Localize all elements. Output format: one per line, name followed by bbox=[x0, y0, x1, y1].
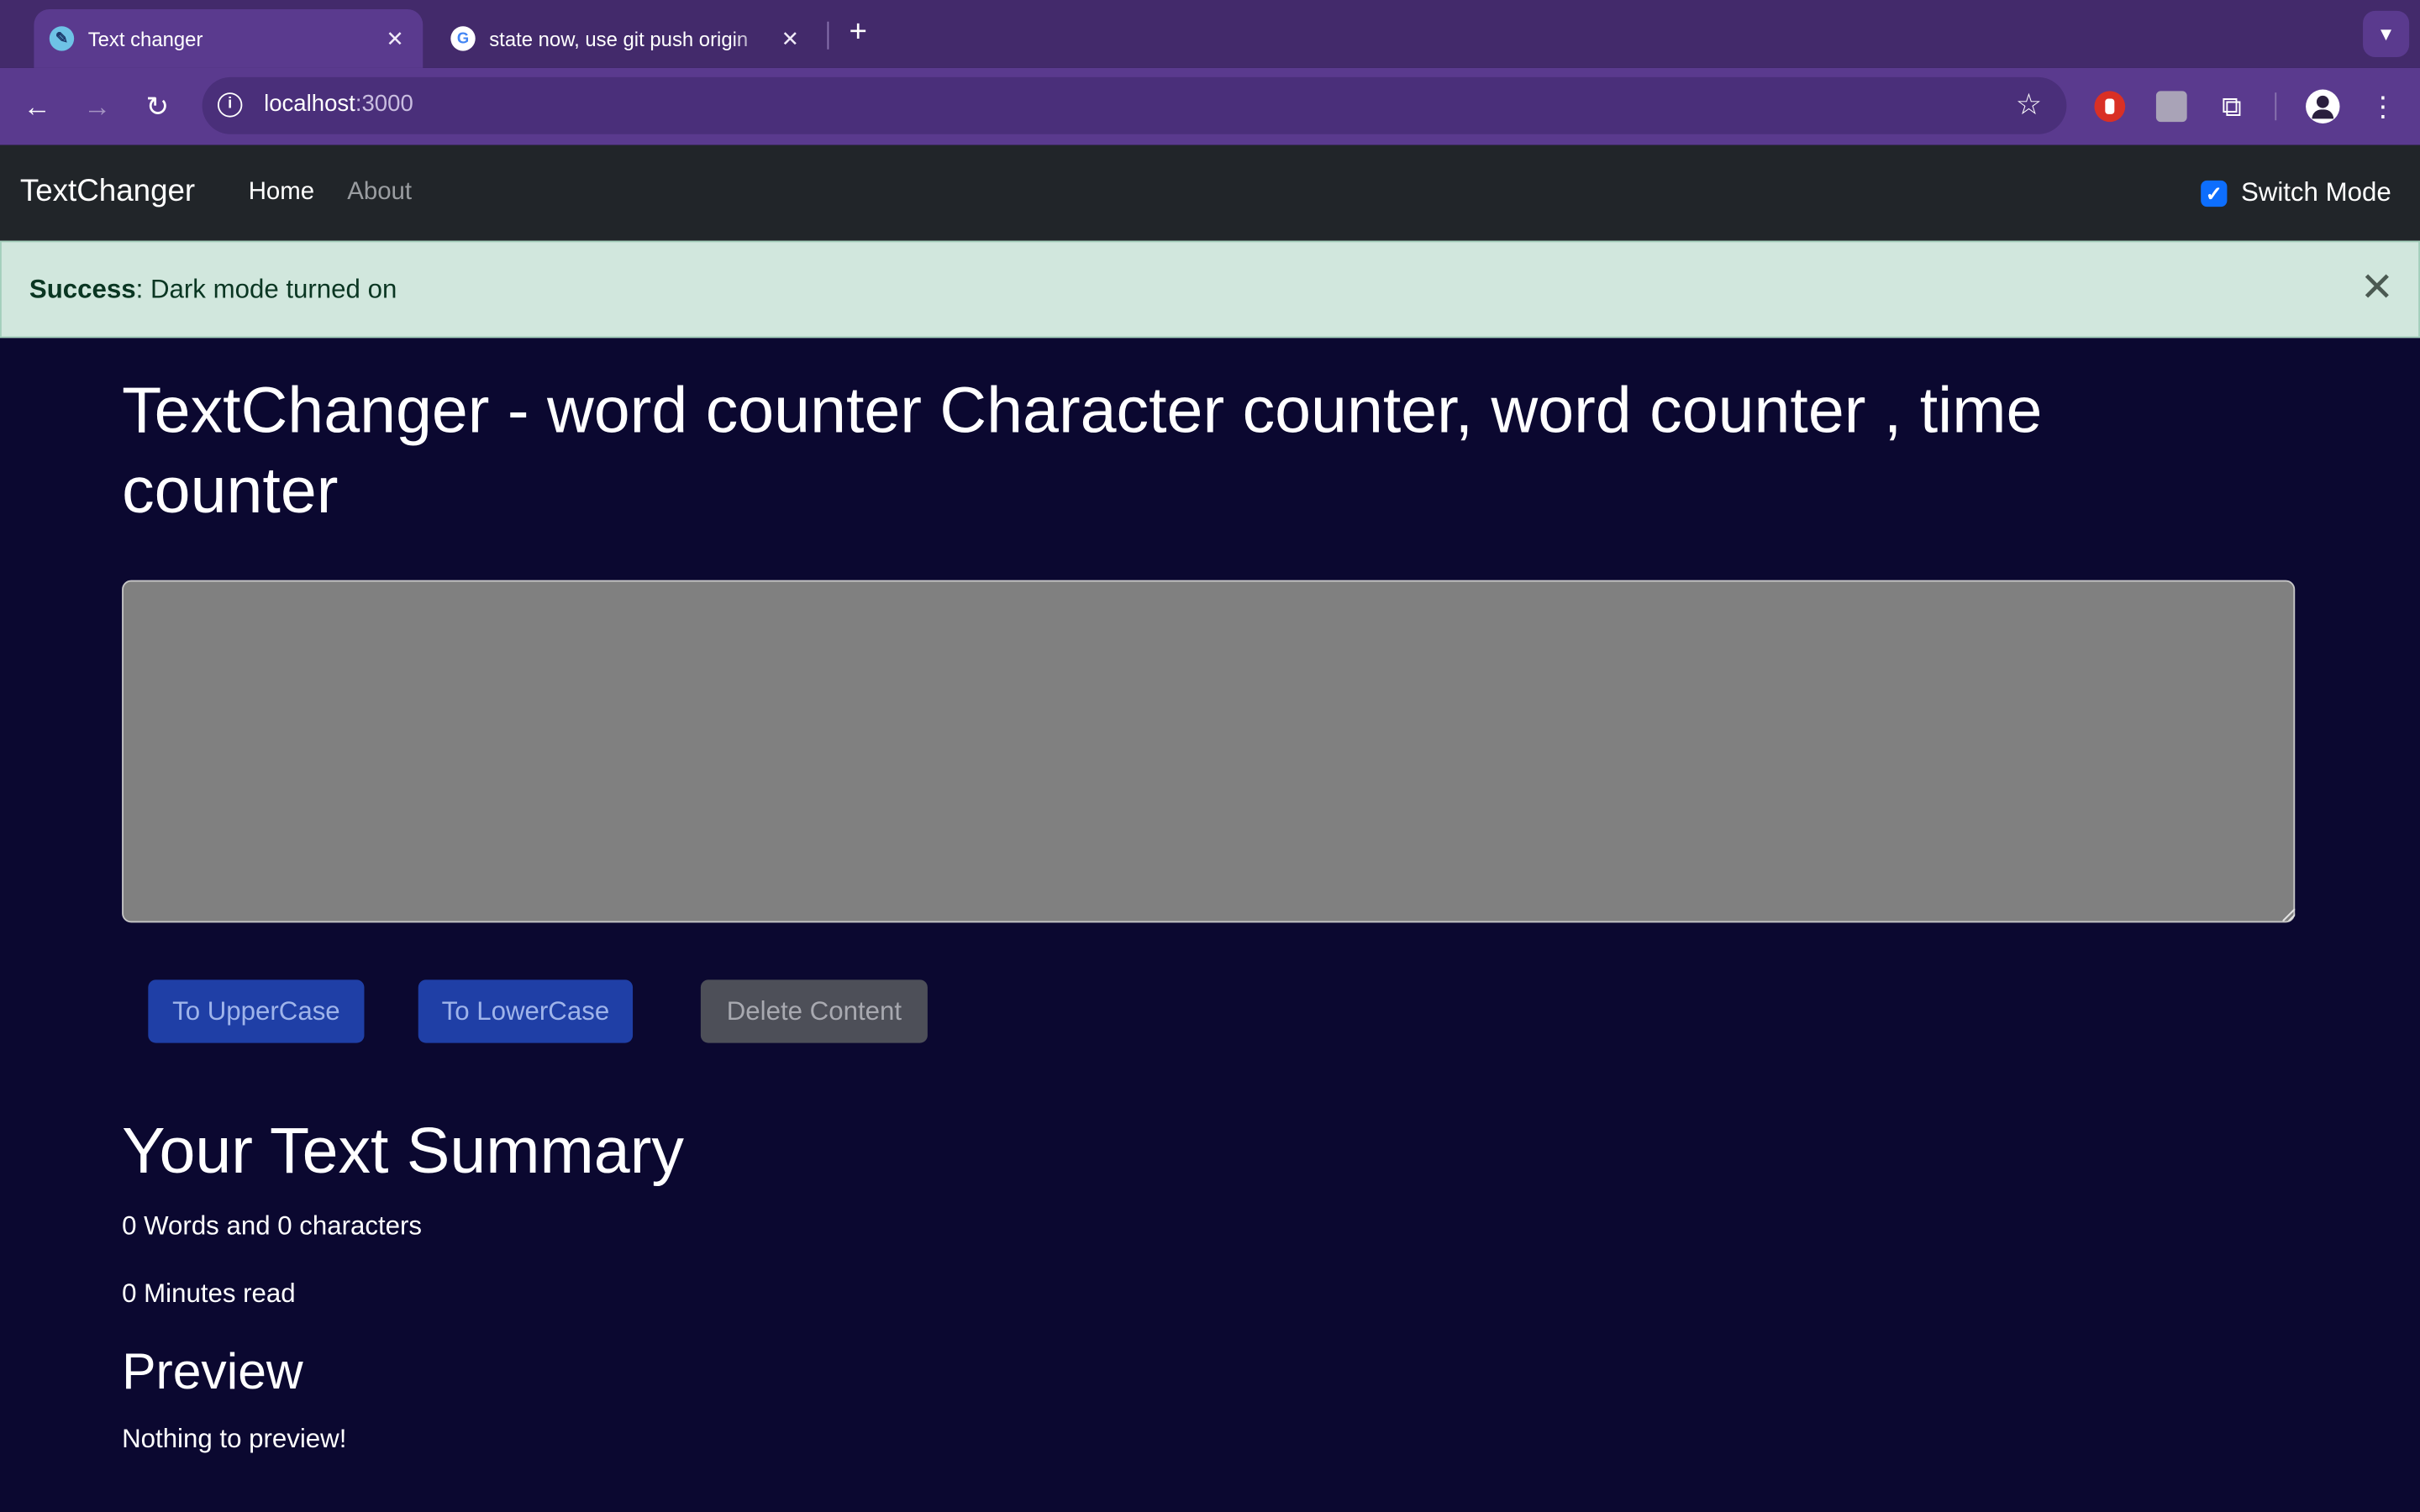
page-title: TextChanger - word counter Character cou… bbox=[122, 373, 2043, 527]
tab-title: state now, use git push origin bbox=[489, 27, 749, 50]
tab-google-search[interactable]: G state now, use git push origin ✕ bbox=[435, 9, 818, 68]
success-alert: Success: Dark mode turned on ✕ bbox=[0, 240, 2420, 339]
switch-checkbox[interactable]: ✓ bbox=[2201, 179, 2228, 207]
profile-avatar-icon[interactable] bbox=[2306, 89, 2340, 123]
close-icon[interactable]: ✕ bbox=[2360, 267, 2394, 307]
arrow-right-icon: → bbox=[83, 91, 112, 123]
reload-icon: ↻ bbox=[145, 91, 170, 123]
preview-heading: Preview bbox=[122, 1341, 303, 1399]
toolbar-divider bbox=[2275, 92, 2277, 121]
tab-search-button[interactable]: ▼ bbox=[2363, 10, 2410, 57]
arrow-left-icon: ← bbox=[23, 91, 51, 123]
to-uppercase-button[interactable]: To UpperCase bbox=[148, 979, 365, 1043]
alert-text: Success: Dark mode turned on bbox=[29, 275, 397, 306]
chevron-down-icon: ▼ bbox=[2376, 23, 2396, 45]
notepad-icon: ✎ bbox=[49, 26, 75, 51]
url-host: localhost bbox=[264, 91, 355, 118]
url-text: localhost:3000 bbox=[264, 91, 413, 117]
read-time-text: 0 Minutes read bbox=[122, 1278, 296, 1309]
new-tab-button[interactable]: + bbox=[841, 15, 875, 49]
info-icon[interactable]: i bbox=[217, 92, 243, 118]
tab-title: Text changer bbox=[87, 27, 203, 50]
word-count-text: 0 Words and 0 characters bbox=[122, 1210, 423, 1241]
alert-message: : Dark mode turned on bbox=[135, 274, 397, 304]
summary-heading: Your Text Summary bbox=[122, 1114, 684, 1187]
sheet-extension-icon[interactable] bbox=[2155, 91, 2187, 123]
browser-tabstrip: ✎ Text changer ✕ G state now, use git pu… bbox=[0, 0, 2420, 68]
reload-button[interactable]: ↻ bbox=[139, 88, 176, 125]
tab-text-changer[interactable]: ✎ Text changer ✕ bbox=[34, 9, 424, 68]
extensions-puzzle-icon[interactable]: ⧉ bbox=[2217, 91, 2248, 122]
tab-divider bbox=[827, 21, 829, 50]
bookmark-star-icon[interactable]: ☆ bbox=[2016, 88, 2042, 123]
adblock-extension-icon[interactable] bbox=[2094, 91, 2126, 123]
browser-toolbar: ← → ↻ i localhost:3000 ☆ ⧉ ⋮ bbox=[0, 67, 2420, 145]
text-input-area[interactable] bbox=[122, 580, 2296, 923]
app-navbar: TextChanger Home About ✓ Switch Mode bbox=[0, 144, 2420, 241]
resize-handle-icon[interactable] bbox=[2282, 908, 2296, 921]
close-icon[interactable]: ✕ bbox=[775, 25, 806, 51]
switch-label[interactable]: Switch Mode bbox=[2241, 177, 2391, 208]
nav-link-about[interactable]: About bbox=[347, 179, 412, 207]
more-menu-icon[interactable]: ⋮ bbox=[2368, 87, 2399, 127]
google-icon: G bbox=[450, 26, 476, 51]
forward-button[interactable]: → bbox=[79, 88, 116, 125]
address-bar[interactable]: i localhost:3000 ☆ bbox=[202, 76, 2067, 134]
dark-mode-switch[interactable]: ✓ Switch Mode bbox=[2201, 177, 2391, 208]
alert-type: Success bbox=[29, 274, 136, 304]
back-button[interactable]: ← bbox=[18, 88, 55, 125]
to-lowercase-button[interactable]: To LowerCase bbox=[418, 979, 634, 1043]
preview-text: Nothing to preview! bbox=[122, 1424, 347, 1454]
navbar-brand[interactable]: TextChanger bbox=[20, 175, 195, 210]
delete-content-button[interactable]: Delete Content bbox=[700, 979, 928, 1043]
nav-link-home[interactable]: Home bbox=[249, 179, 314, 207]
close-icon[interactable]: ✕ bbox=[380, 25, 411, 51]
url-port: :3000 bbox=[355, 91, 413, 118]
